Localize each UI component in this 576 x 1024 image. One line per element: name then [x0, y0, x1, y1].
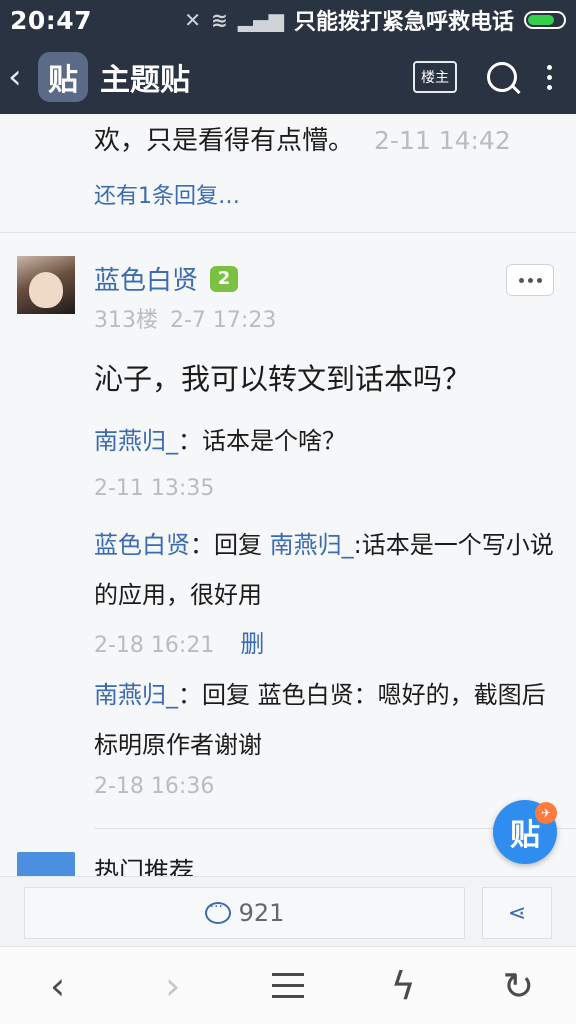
hot-recommend-icon — [17, 852, 75, 876]
level-badge: 2 — [210, 265, 239, 292]
signal-icon: ▂▄▆ — [237, 8, 284, 32]
previous-reply-time: 2-11 14:42 — [374, 126, 511, 155]
post-author: 蓝色白贤 2 — [94, 260, 239, 297]
reply-time: 2-18 16:36 — [94, 774, 215, 799]
battery-icon — [524, 11, 566, 29]
back-icon[interactable]: ‹ — [8, 57, 38, 97]
list-item: 南燕归_：回复 蓝色白贤：嗯好的，截图后标明原作者谢谢 — [94, 681, 546, 759]
louzhu-only-button[interactable]: 楼主 — [413, 61, 457, 93]
action-bar: 921 ⋖ — [0, 876, 576, 946]
reply-author[interactable]: 南燕归_ — [94, 427, 178, 455]
nav-actions: 楼主 — [413, 61, 552, 93]
previous-reply-text: 欢，只是看得有点懵。 — [94, 126, 355, 156]
list-item: 蓝色白贤：回复 南燕归_:话本是一个写小说的应用，很好用 — [94, 531, 554, 609]
search-icon[interactable] — [487, 62, 517, 92]
wifi-icon: ≋ — [211, 8, 228, 32]
browser-toolbar: ‹ › ϟ ↻ — [0, 946, 576, 1024]
mute-icon: ✕ — [184, 8, 202, 32]
status-time: 20:47 — [10, 5, 93, 35]
more-menu-icon[interactable] — [547, 64, 552, 90]
post-time: 2-7 17:23 — [170, 308, 277, 333]
forward-icon[interactable]: › — [143, 956, 203, 1016]
menu-icon[interactable] — [258, 956, 318, 1016]
share-button[interactable]: ⋖ — [482, 887, 552, 939]
comment-count: 921 — [238, 899, 285, 927]
post-body: 沁子，我可以转文到话本吗？ — [94, 362, 472, 396]
divider — [0, 232, 576, 233]
floor-number: 313楼 — [94, 308, 158, 333]
rocket-icon: ✈ — [535, 802, 557, 824]
share-icon: ⋖ — [507, 900, 527, 926]
tieba-logo-icon: 贴 — [38, 52, 88, 102]
reply-author[interactable]: 蓝色白贤 — [94, 531, 190, 559]
reply-time: 2-18 16:21 删 — [94, 630, 265, 658]
reply-author[interactable]: 南燕归_ — [94, 681, 178, 709]
back-icon[interactable]: ‹ — [28, 956, 88, 1016]
reply-text: 话本是个啥？ — [202, 427, 346, 455]
author-name[interactable]: 蓝色白贤 — [94, 260, 198, 297]
comment-button[interactable]: 921 — [24, 887, 465, 939]
status-right: ✕ ≋ ▂▄▆ 只能拨打紧急呼救电话 — [184, 4, 566, 36]
carrier-text: 只能拨打紧急呼救电话 — [293, 10, 514, 35]
reply-time: 2-11 13:35 — [94, 476, 215, 501]
reply-to-name: 蓝色白贤 — [257, 681, 354, 709]
status-bar: 20:47 ✕ ≋ ▂▄▆ 只能拨打紧急呼救电话 — [0, 0, 576, 40]
page-title: 主题贴 — [100, 63, 190, 98]
list-item: 南燕归_：话本是个啥？ — [94, 427, 346, 455]
delete-button[interactable]: 删 — [240, 630, 264, 658]
hot-recommend-title[interactable]: 热门推荐 — [94, 852, 194, 876]
comment-icon — [204, 899, 231, 924]
reply-to-name[interactable]: 南燕归_ — [270, 531, 354, 559]
thread-content: 欢，只是看得有点懵。 2-11 14:42 还有1条回复… 蓝色白贤 2 313楼… — [0, 114, 576, 876]
avatar[interactable] — [17, 256, 75, 314]
more-replies-link[interactable]: 还有1条回复… — [94, 178, 240, 210]
floor-meta: 313楼 2-7 17:23 — [94, 302, 276, 334]
refresh-icon[interactable]: ↻ — [488, 956, 548, 1016]
previous-reply: 欢，只是看得有点懵。 2-11 14:42 — [94, 120, 511, 157]
flash-icon[interactable]: ϟ — [373, 956, 433, 1016]
post-options-button[interactable] — [506, 264, 554, 296]
top-nav-bar: ‹ 贴 主题贴 楼主 — [0, 40, 576, 114]
